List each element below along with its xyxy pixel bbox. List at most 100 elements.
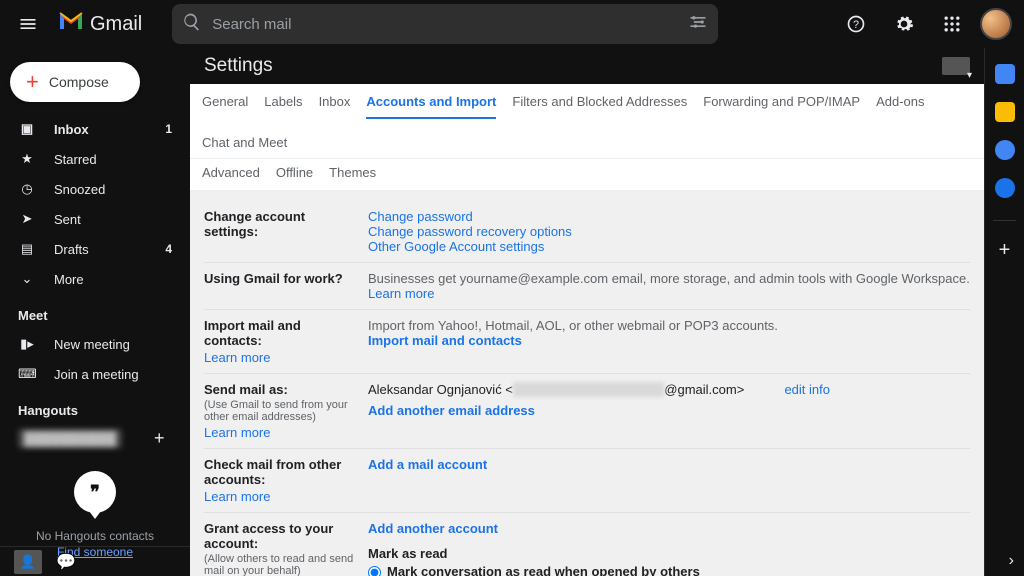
tab-offline[interactable]: Offline	[276, 165, 313, 188]
mark-read-option-a[interactable]: Mark conversation as read when opened by…	[368, 564, 970, 576]
settings-title: Settings	[204, 55, 273, 77]
account-avatar[interactable]	[980, 8, 1012, 40]
rail-divider	[993, 220, 1016, 221]
section-change-account: Change account settings: Change password…	[204, 201, 970, 263]
change-password-link[interactable]: Change password	[368, 209, 970, 224]
tab-add-ons[interactable]: Add-ons	[876, 94, 924, 119]
clock-icon: ◷	[18, 181, 36, 197]
sidebar-item-label: Inbox	[54, 122, 147, 137]
tab-general[interactable]: General	[202, 94, 248, 119]
hangouts-contacts-tab[interactable]: 👤	[14, 550, 42, 574]
sidebar-item-label: Starred	[54, 152, 172, 167]
contacts-addon-icon[interactable]	[995, 178, 1015, 198]
sidebar-item-drafts[interactable]: ▤ Drafts 4	[6, 234, 184, 264]
add-email-address-link[interactable]: Add another email address	[368, 403, 970, 418]
add-contact-icon[interactable]: +	[154, 428, 172, 449]
tab-labels[interactable]: Labels	[264, 94, 302, 119]
section-title: Import mail and contacts:	[204, 318, 360, 348]
calendar-addon-icon[interactable]	[995, 64, 1015, 84]
add-mail-account-link[interactable]: Add a mail account	[368, 457, 970, 472]
tab-accounts-and-import[interactable]: Accounts and Import	[366, 94, 496, 119]
section-grant-access: Grant access to your account: (Allow oth…	[204, 513, 970, 576]
settings-button[interactable]	[884, 4, 924, 44]
main-menu-button[interactable]	[8, 4, 48, 44]
edit-info-link[interactable]: edit info	[784, 382, 830, 397]
gmail-m-icon	[58, 10, 84, 38]
search-options-icon[interactable]	[688, 12, 708, 37]
send-icon: ➤	[18, 211, 36, 227]
gmail-logo[interactable]: Gmail	[58, 10, 142, 38]
tab-advanced[interactable]: Advanced	[202, 165, 260, 188]
sidebar-item-more[interactable]: ⌄More	[6, 264, 184, 294]
tab-inbox[interactable]: Inbox	[319, 94, 351, 119]
section-title: Using Gmail for work?	[204, 271, 360, 286]
search-input[interactable]	[212, 16, 678, 33]
learn-more-link[interactable]: Learn more	[204, 350, 360, 365]
tasks-addon-icon[interactable]	[995, 140, 1015, 160]
sendas-suffix: @gmail.com>	[664, 382, 744, 397]
get-addons-button[interactable]: +	[999, 239, 1011, 262]
section-title: Check mail from other accounts:	[204, 457, 360, 487]
add-another-account-link[interactable]: Add another account	[368, 521, 970, 536]
svg-text:?: ?	[853, 19, 859, 31]
search-bar[interactable]	[172, 4, 718, 44]
hangouts-username-obscured: ██████████	[18, 429, 122, 448]
apps-button[interactable]	[932, 4, 972, 44]
section-help: (Use Gmail to send from your other email…	[204, 399, 360, 423]
join-meeting-label: Join a meeting	[54, 367, 172, 382]
hangouts-section-title: Hangouts	[6, 389, 184, 424]
new-meeting-button[interactable]: ▮▸ New meeting	[6, 329, 184, 359]
sidebar-item-count: 4	[165, 242, 172, 256]
help-icon: ?	[846, 14, 866, 34]
inbox-icon: ▣	[18, 121, 36, 137]
section-title: Send mail as:	[204, 382, 360, 397]
sidebar-item-snoozed[interactable]: ◷Snoozed	[6, 174, 184, 204]
apps-grid-icon	[942, 14, 962, 34]
collapse-rail-button[interactable]: ›	[1009, 552, 1014, 570]
learn-more-link[interactable]: Learn more	[204, 489, 360, 504]
sidebar-item-label: Drafts	[54, 242, 147, 257]
section-help: (Allow others to read and send mail on y…	[204, 553, 360, 576]
gmail-wordmark: Gmail	[90, 13, 142, 36]
section-import: Import mail and contacts: Learn more Imp…	[204, 310, 970, 374]
change-recovery-link[interactable]: Change password recovery options	[368, 224, 970, 239]
sidebar-item-starred[interactable]: ★ Starred	[6, 144, 184, 174]
keyboard-icon: ⌨	[18, 366, 36, 382]
file-icon: ▤	[18, 241, 36, 257]
compose-label: Compose	[49, 74, 109, 90]
hangouts-bottom-tabs: 👤 💬	[0, 546, 190, 576]
sendas-email-obscured: ████████████████	[513, 382, 664, 397]
tab-filters-and-blocked-addresses[interactable]: Filters and Blocked Addresses	[512, 94, 687, 119]
sidebar-item-sent[interactable]: ➤ Sent	[6, 204, 184, 234]
sidebar-item-label: Sent	[54, 212, 172, 227]
compose-button[interactable]: + Compose	[10, 62, 140, 102]
sidebar: + Compose ▣ Inbox 1 ★ Starred ◷Snoozed ➤ Sent ▤ D…	[0, 48, 190, 576]
keep-addon-icon[interactable]	[995, 102, 1015, 122]
sidebar-item-inbox[interactable]: ▣ Inbox 1	[6, 114, 184, 144]
hangouts-chat-tab[interactable]: 💬	[56, 552, 76, 572]
mark-read-heading: Mark as read	[368, 546, 970, 561]
work-learn-more[interactable]: Learn more	[368, 286, 434, 301]
meet-section-title: Meet	[6, 294, 184, 329]
sidebar-item-count: 1	[165, 122, 172, 136]
tab-themes[interactable]: Themes	[329, 165, 376, 188]
chev-icon: ⌄	[18, 271, 36, 287]
tab-chat-and-meet[interactable]: Chat and Meet	[202, 135, 287, 158]
search-icon	[182, 12, 202, 37]
join-meeting-button[interactable]: ⌨ Join a meeting	[6, 359, 184, 389]
import-desc: Import from Yahoo!, Hotmail, AOL, or oth…	[368, 318, 970, 333]
help-button[interactable]: ?	[836, 4, 876, 44]
hamburger-icon	[18, 14, 38, 34]
tab-forwarding-and-pop-imap[interactable]: Forwarding and POP/IMAP	[703, 94, 860, 119]
work-text: Businesses get yourname@example.com emai…	[368, 271, 970, 286]
learn-more-link[interactable]: Learn more	[204, 425, 360, 440]
import-mail-link[interactable]: Import mail and contacts	[368, 333, 970, 348]
gear-icon	[894, 14, 914, 34]
input-tools-button[interactable]	[942, 57, 970, 75]
section-work: Using Gmail for work? Businesses get you…	[204, 263, 970, 310]
other-settings-link[interactable]: Other Google Account settings	[368, 239, 970, 254]
hangouts-account-row[interactable]: ██████████ +	[6, 424, 184, 453]
video-icon: ▮▸	[18, 336, 36, 352]
star-icon: ★	[18, 151, 36, 167]
hangouts-icon: ❞	[74, 471, 116, 513]
